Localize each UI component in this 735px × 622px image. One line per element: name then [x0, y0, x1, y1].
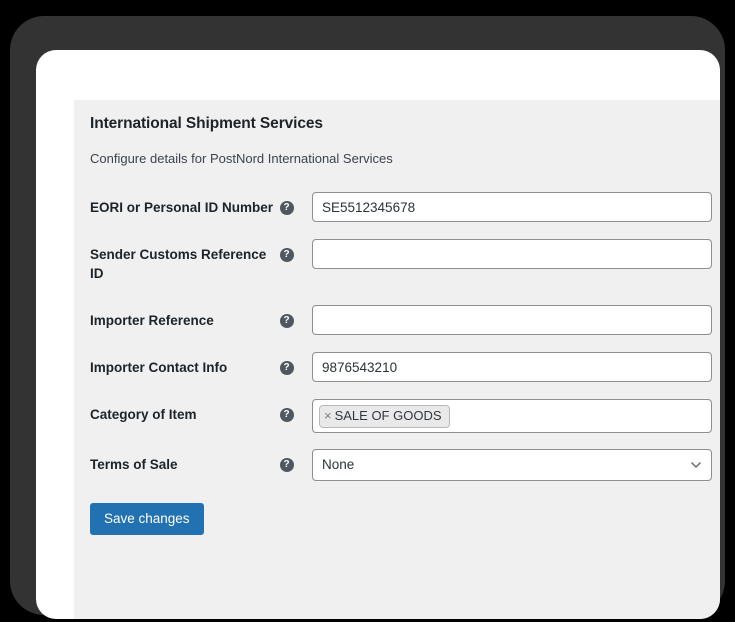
- field-label-terms-of-sale: Terms of Sale: [90, 457, 178, 472]
- form-row-importer-reference: Importer Reference ?: [82, 297, 712, 344]
- help-cell: ?: [279, 344, 312, 391]
- importer-reference-input[interactable]: [312, 305, 712, 335]
- field-label-importer-contact-info: Importer Contact Info: [90, 360, 228, 375]
- form-row-submit: Save changes: [82, 489, 712, 535]
- help-cell: ?: [279, 184, 312, 231]
- form-row-sender-customs-reference: Sender Customs Reference ID ?: [82, 231, 712, 297]
- help-cell: ?: [279, 297, 312, 344]
- help-circle-icon[interactable]: ?: [279, 361, 294, 376]
- eori-number-input[interactable]: [312, 192, 712, 222]
- select-wrapper: None: [312, 449, 712, 481]
- input-cell: [312, 184, 712, 231]
- input-cell: × SALE OF GOODS: [312, 391, 712, 441]
- input-cell: None: [312, 441, 712, 489]
- label-cell: Terms of Sale: [82, 441, 280, 489]
- help-circle-icon[interactable]: ?: [279, 458, 294, 473]
- panel-inner: International Shipment Services Configur…: [74, 100, 720, 535]
- device-screen: International Shipment Services Configur…: [36, 50, 720, 619]
- field-label-importer-reference: Importer Reference: [90, 313, 214, 328]
- field-label-sender-customs-reference-id: Sender Customs Reference ID: [90, 247, 267, 281]
- save-changes-button[interactable]: Save changes: [90, 503, 204, 535]
- label-cell: EORI or Personal ID Number: [82, 184, 280, 231]
- page-title: International Shipment Services: [90, 115, 323, 132]
- field-label-eori: EORI or Personal ID Number: [90, 200, 274, 215]
- input-cell: [312, 231, 712, 297]
- help-circle-icon[interactable]: ?: [279, 314, 294, 329]
- importer-contact-info-input[interactable]: [312, 352, 712, 382]
- label-cell: Importer Contact Info: [82, 344, 280, 391]
- help-cell: ?: [279, 441, 312, 489]
- token-chip[interactable]: × SALE OF GOODS: [319, 404, 450, 428]
- form-row-eori: EORI or Personal ID Number ?: [82, 184, 712, 231]
- category-of-item-token-field[interactable]: × SALE OF GOODS: [312, 399, 712, 433]
- token-chip-label: SALE OF GOODS: [334, 407, 442, 423]
- help-circle-icon[interactable]: ?: [279, 201, 294, 216]
- help-cell: ?: [279, 231, 312, 297]
- form-row-category-of-item: Category of Item ? × SALE OF GOODS: [82, 391, 712, 441]
- submit-cell: Save changes: [82, 489, 712, 535]
- device-bezel: International Shipment Services Configur…: [10, 16, 725, 619]
- label-cell: Category of Item: [82, 391, 280, 441]
- close-icon[interactable]: ×: [324, 408, 332, 424]
- field-label-category-of-item: Category of Item: [90, 407, 197, 422]
- label-cell: Sender Customs Reference ID: [82, 231, 280, 297]
- help-circle-icon[interactable]: ?: [279, 248, 294, 263]
- help-cell: ?: [279, 391, 312, 441]
- settings-form: EORI or Personal ID Number ? SE551234567…: [82, 184, 712, 535]
- settings-panel: International Shipment Services Configur…: [74, 100, 720, 619]
- terms-of-sale-select[interactable]: None: [312, 449, 712, 481]
- sender-customs-reference-id-input[interactable]: [312, 239, 712, 269]
- help-circle-icon[interactable]: ?: [279, 408, 294, 423]
- page-subtitle: Configure details for PostNord Internati…: [90, 151, 393, 166]
- form-row-terms-of-sale: Terms of Sale ? None: [82, 441, 712, 489]
- input-cell: [312, 344, 712, 391]
- form-row-importer-contact-info: Importer Contact Info ?: [82, 344, 712, 391]
- input-cell: [312, 297, 712, 344]
- label-cell: Importer Reference: [82, 297, 280, 344]
